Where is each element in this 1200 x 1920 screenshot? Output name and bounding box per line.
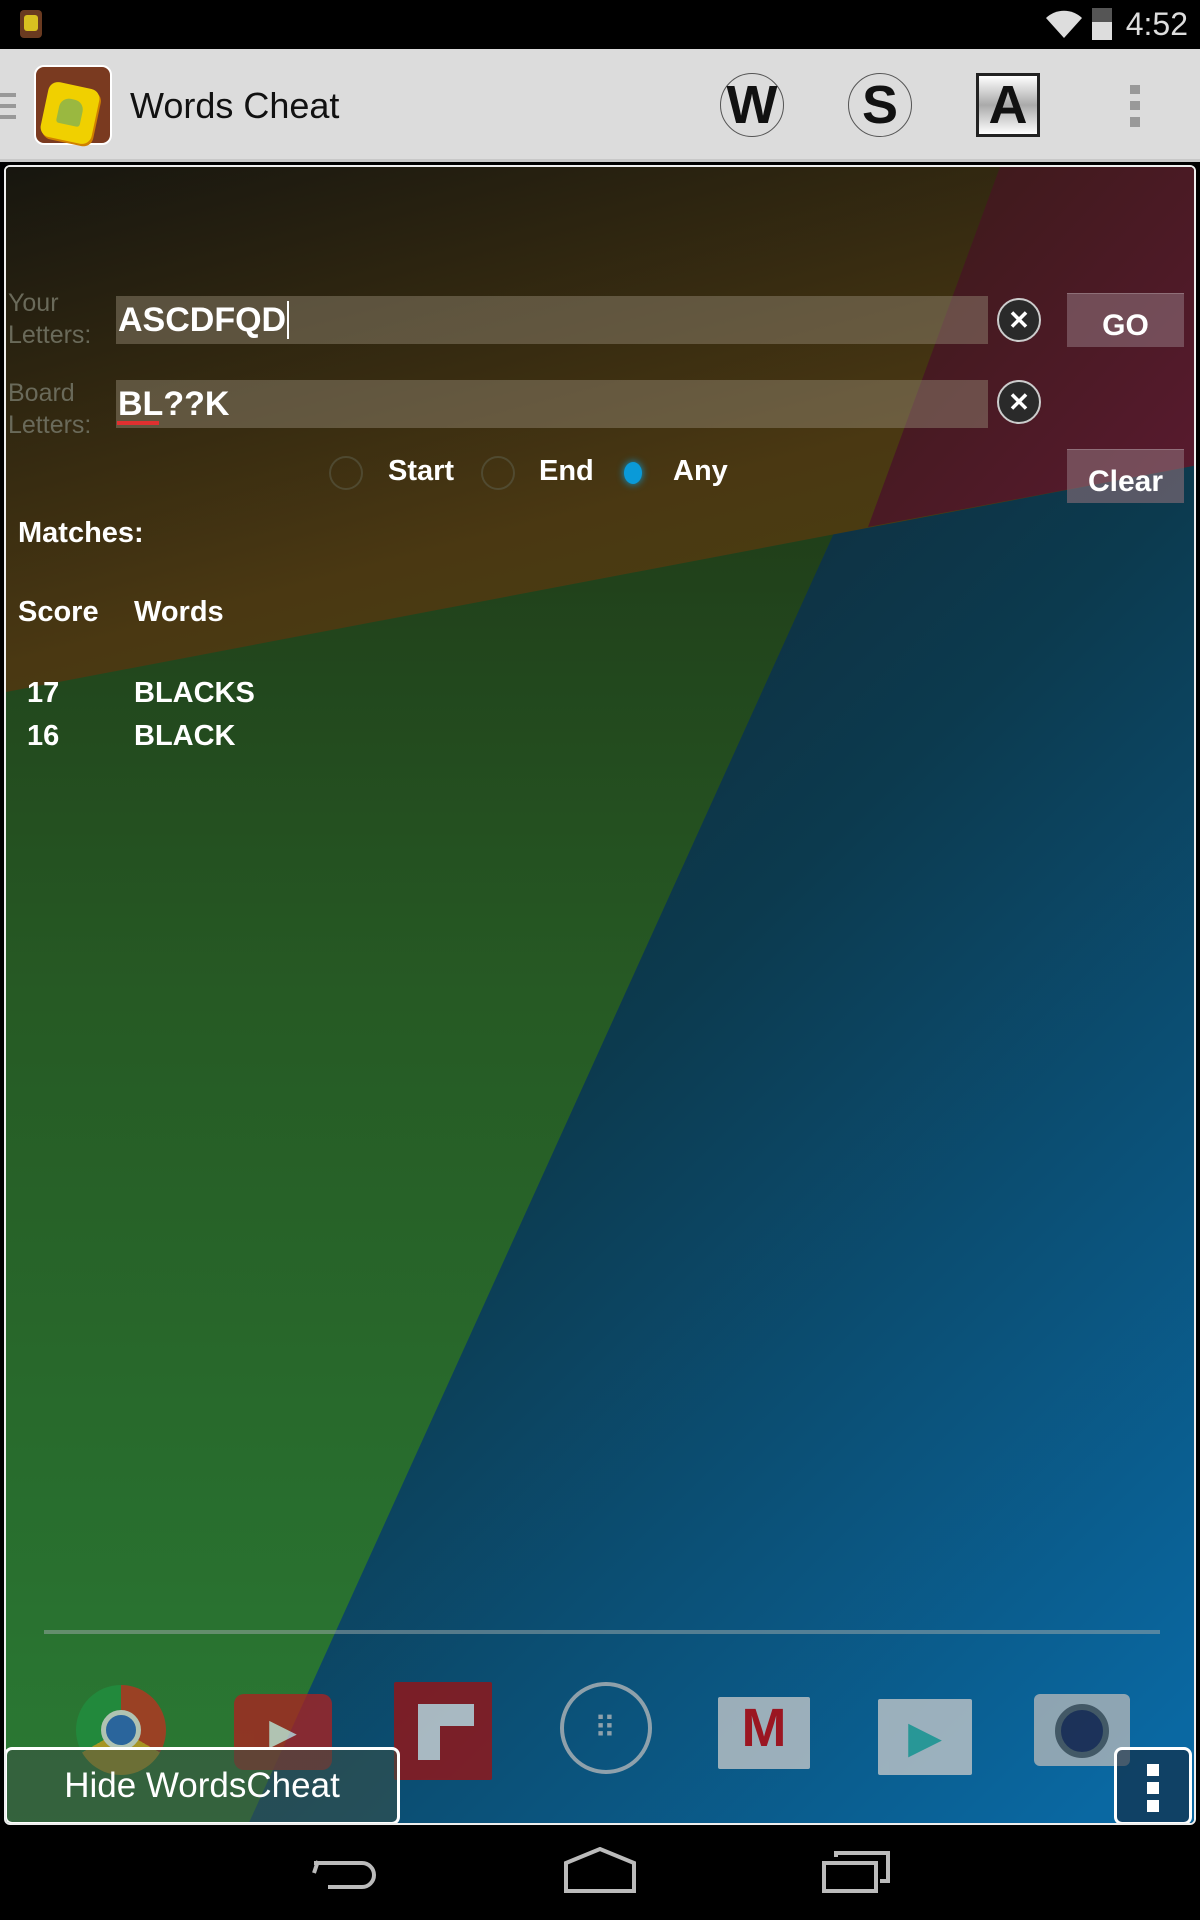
your-letters-label: Your Letters:	[8, 289, 92, 349]
radio-end-label[interactable]: End	[539, 455, 594, 488]
go-button[interactable]: GO	[1067, 293, 1184, 347]
home-icon[interactable]	[564, 1847, 636, 1893]
action-bar: Words Cheat W S A	[0, 49, 1200, 162]
board-letters-input[interactable]: BL??K	[116, 380, 988, 428]
radio-start-label[interactable]: Start	[388, 455, 454, 488]
radio-any-selected[interactable]	[616, 456, 650, 490]
clear-button[interactable]: Clear	[1067, 449, 1184, 503]
words-header: Words	[134, 596, 224, 628]
app-notification-icon	[20, 10, 42, 38]
your-letters-input[interactable]: ASCDFQD	[116, 296, 988, 344]
hide-wordscheat-button[interactable]: Hide WordsCheat	[6, 1747, 400, 1823]
radio-any-label[interactable]: Any	[673, 455, 728, 488]
result-word[interactable]: BLACK	[134, 720, 236, 753]
app-drawer-icon[interactable]: ⠿	[560, 1682, 652, 1774]
gmail-icon[interactable]: M	[718, 1697, 810, 1769]
vertical-dots-icon	[1147, 1764, 1159, 1812]
result-score: 16	[27, 720, 60, 752]
navigation-bar	[0, 1825, 1200, 1920]
status-bar: 4:52	[0, 0, 1200, 49]
words-cheat-panel: Your Letters: ASCDFQD ✕ GO Board Letters: …	[4, 165, 1196, 1825]
overflow-menu-icon[interactable]	[1130, 85, 1140, 127]
clear-board-letters-button[interactable]: ✕	[997, 380, 1041, 424]
score-header: Score	[18, 596, 99, 628]
result-score: 17	[27, 677, 60, 709]
clear-your-letters-button[interactable]: ✕	[997, 298, 1041, 342]
recent-apps-icon[interactable]	[822, 1851, 892, 1893]
app-title: Words Cheat	[130, 85, 340, 126]
result-word[interactable]: BLACKS	[134, 677, 255, 710]
words-mode-button[interactable]: W	[720, 73, 784, 137]
clock: 4:52	[1125, 6, 1188, 42]
scrabble-mode-button[interactable]: S	[848, 73, 912, 137]
matches-label: Matches:	[18, 517, 144, 549]
app-logo-icon[interactable]	[34, 65, 112, 146]
spellcheck-underline	[117, 421, 159, 425]
anagram-mode-button[interactable]: A	[976, 73, 1040, 137]
drawer-indicator-icon[interactable]	[0, 93, 16, 119]
flipboard-icon[interactable]	[394, 1682, 492, 1780]
dock-divider	[44, 1630, 1160, 1634]
wifi-icon	[1046, 10, 1082, 38]
radio-end[interactable]	[481, 456, 515, 490]
panel-menu-button[interactable]	[1114, 1747, 1192, 1823]
radio-start[interactable]	[329, 456, 363, 490]
back-icon[interactable]	[310, 1853, 380, 1893]
battery-icon	[1092, 8, 1112, 40]
play-store-icon[interactable]: ▶	[878, 1699, 972, 1775]
board-letters-label: Board Letters:	[8, 379, 92, 439]
hide-wordscheat-label: Hide WordsCheat	[64, 1766, 340, 1805]
